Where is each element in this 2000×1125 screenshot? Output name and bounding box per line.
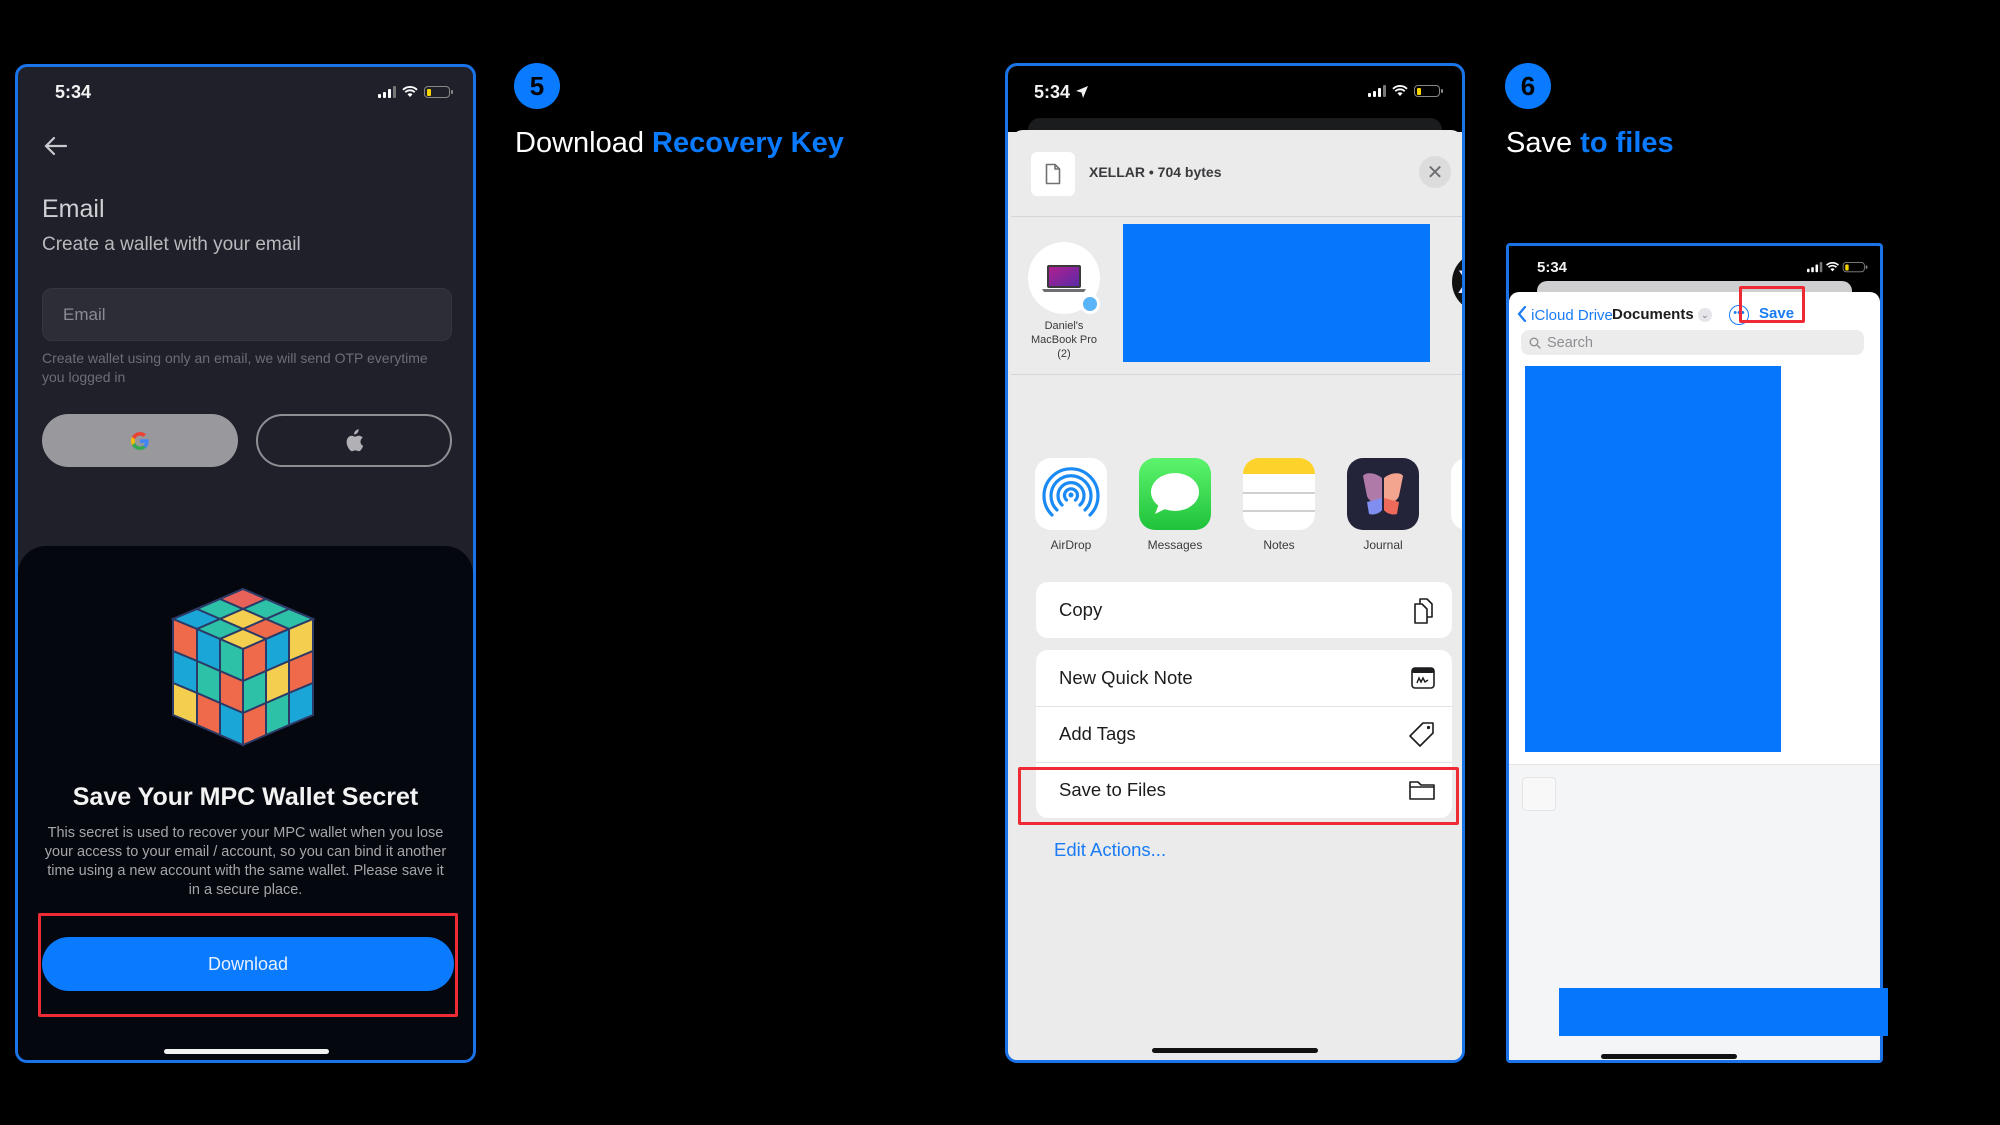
tag-icon [1409, 722, 1434, 747]
action-add-tags[interactable]: Add Tags [1036, 706, 1452, 762]
macbook-icon [1042, 265, 1086, 292]
step-title-plain: Download [515, 127, 653, 159]
quick-note-icon [1411, 667, 1435, 689]
step-title-highlight: Recovery Key [652, 127, 844, 159]
search-input[interactable]: Search [1521, 330, 1864, 355]
redacted-contacts [1123, 224, 1430, 362]
redacted-filename-field [1559, 988, 1888, 1036]
apple-icon [346, 428, 364, 451]
back-to-icloud-drive[interactable]: iCloud Drive [1517, 305, 1613, 324]
document-icon [1045, 163, 1061, 185]
action-copy[interactable]: Copy [1036, 582, 1452, 638]
apple-sign-in-button[interactable] [256, 414, 452, 467]
google-icon [131, 431, 149, 450]
home-indicator [164, 1049, 329, 1054]
wifi-icon [1826, 262, 1839, 272]
folder-title[interactable]: Documents ⌄ [1612, 306, 1712, 323]
phone-files-save: 5:34 iCloud Drive Documents ⌄ ••• Save S… [1506, 243, 1883, 1063]
email-placeholder: Email [63, 304, 106, 324]
share-sheet: XELLAR • 704 bytes ✕ Daniel's MacBook Pro… [1011, 130, 1462, 1060]
helper-text: Create wallet using only an email, we wi… [42, 350, 428, 385]
step-number-badge: 6 [1505, 63, 1551, 109]
highlight-box-download [38, 913, 458, 1017]
phone-email-screen: 5:34 Email Create a wallet with your ema… [15, 64, 476, 1063]
file-thumbnail [1031, 152, 1075, 196]
notes-icon [1243, 458, 1315, 530]
airdrop-icon [1035, 458, 1107, 530]
highlight-box-save [1739, 286, 1805, 323]
location-arrow-icon [1076, 86, 1089, 98]
highlight-box-save-to-files [1018, 767, 1459, 825]
status-time: 5:34 [55, 82, 92, 102]
arrow-left-icon[interactable] [44, 136, 68, 156]
app-airdrop[interactable]: AirDrop [1035, 458, 1107, 552]
sheet-body: This secret is used to recover your MPC … [44, 825, 447, 898]
rubiks-cube-icon [170, 587, 316, 747]
wifi-icon [402, 86, 418, 97]
wifi-icon [1392, 85, 1408, 96]
google-sign-in-button[interactable] [42, 414, 238, 467]
page-title: Email [42, 195, 105, 223]
app-notes[interactable]: Notes [1243, 458, 1315, 552]
signal-icon [1368, 85, 1386, 97]
app-freeform[interactable]: Fr [1451, 458, 1462, 552]
signal-icon [378, 86, 396, 98]
email-input[interactable]: Email [42, 288, 452, 341]
step-title: Save to files [1506, 127, 1674, 160]
file-thumbnail [1522, 777, 1556, 811]
chevron-left-icon [1517, 305, 1527, 323]
step-number-badge: 5 [514, 63, 560, 109]
copy-icon [1414, 598, 1433, 624]
file-summary: XELLAR • 704 bytes [1089, 164, 1222, 180]
sheet-heading: Save Your MPC Wallet Secret [72, 783, 419, 811]
chevron-down-icon: ⌄ [1697, 308, 1712, 322]
phone-share-sheet: 5:34 XELLAR • 704 bytes ✕ Daniel's MacBoo… [1005, 63, 1465, 1063]
battery-icon [1842, 262, 1868, 273]
action-group-copy: Copy [1036, 582, 1452, 638]
app-messages[interactable]: Messages [1139, 458, 1211, 552]
status-time: 5:34 [1537, 259, 1568, 276]
contact-name: Daniel's MacBook Pro (2) [1030, 320, 1098, 360]
close-button[interactable]: ✕ [1419, 156, 1451, 188]
airdrop-badge [1080, 294, 1100, 314]
status-icons [1807, 262, 1868, 273]
redacted-file-list [1525, 366, 1781, 798]
step-title: Download Recovery Key [515, 127, 844, 160]
journal-icon [1347, 458, 1419, 530]
status-icons [378, 86, 453, 98]
battery-icon [424, 86, 453, 98]
home-indicator [1152, 1048, 1318, 1053]
airdrop-contact[interactable]: Daniel's MacBook Pro (2) [1025, 242, 1103, 361]
search-icon [1529, 337, 1541, 349]
home-indicator [1601, 1054, 1737, 1059]
messages-icon [1139, 458, 1211, 530]
macbook-avatar [1028, 242, 1100, 314]
x-contact-avatar[interactable]: X [1452, 252, 1462, 312]
freeform-icon [1451, 458, 1462, 530]
step-title-highlight: to files [1580, 127, 1674, 159]
step-title-plain: Save [1506, 127, 1581, 159]
action-new-quick-note[interactable]: New Quick Note [1036, 650, 1452, 706]
status-icons [1368, 85, 1443, 97]
edit-actions-link[interactable]: Edit Actions... [1054, 839, 1166, 861]
divider [1011, 374, 1462, 375]
close-icon: ✕ [1426, 161, 1444, 184]
divider [1011, 216, 1462, 217]
signal-icon [1807, 262, 1823, 273]
battery-icon [1414, 85, 1443, 97]
page-subtitle: Create a wallet with your email [42, 234, 301, 255]
status-time: 5:34 [1034, 82, 1089, 103]
app-journal[interactable]: Journal [1347, 458, 1419, 552]
